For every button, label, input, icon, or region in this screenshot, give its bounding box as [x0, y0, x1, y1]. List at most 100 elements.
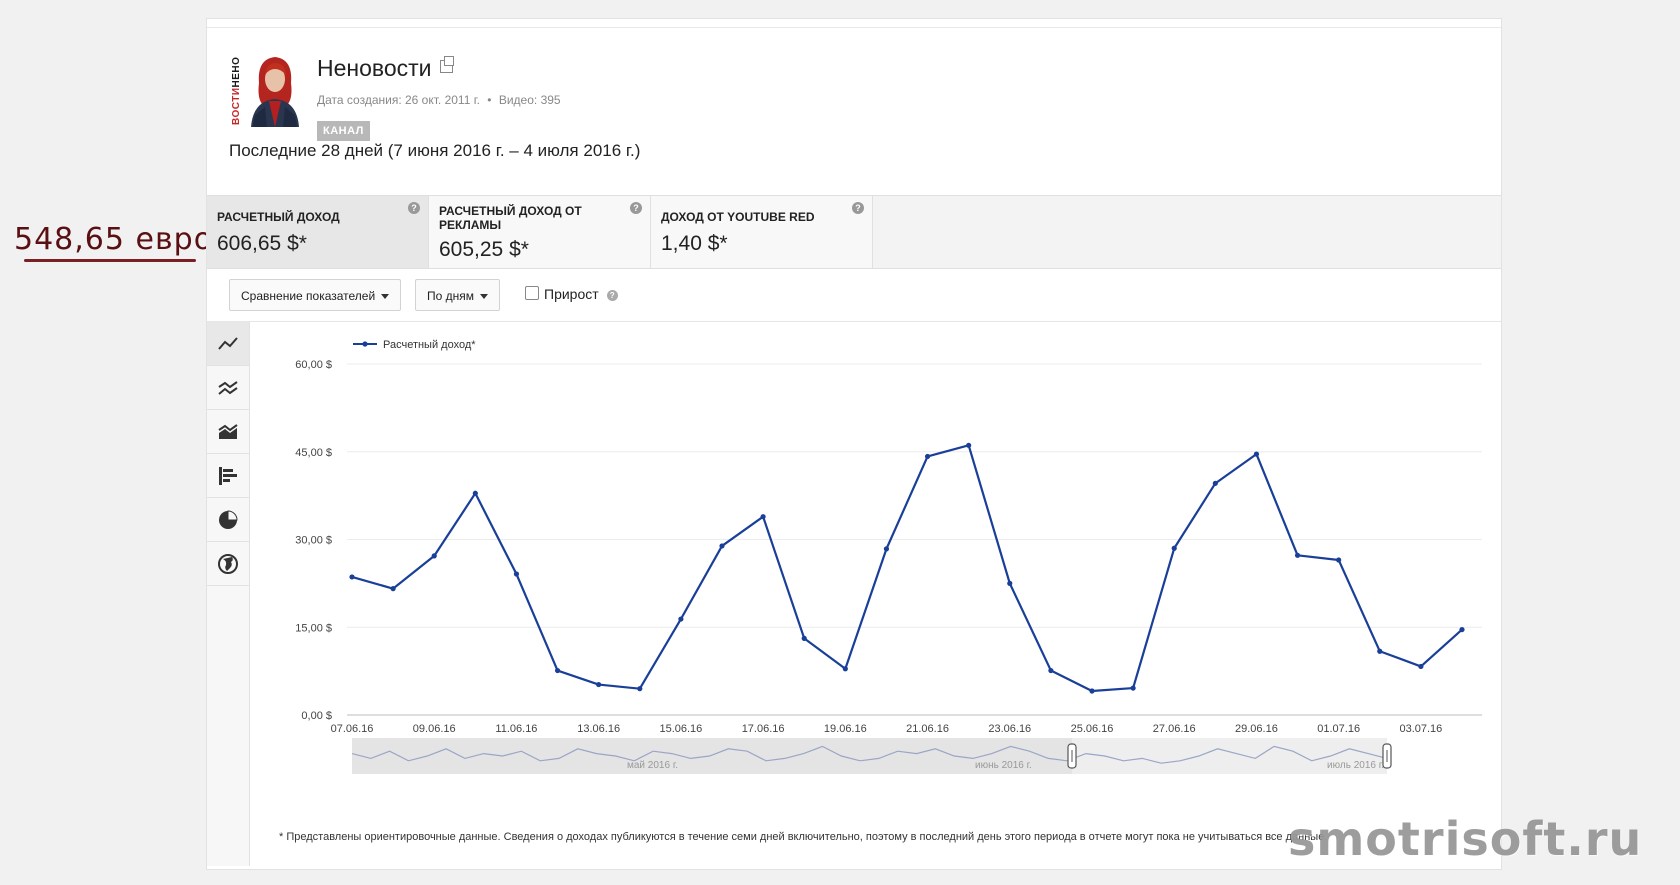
data-point[interactable] — [1130, 685, 1136, 691]
analytics-card: ВОСТИНЕНО Неновости Дата создания: 26 ок… — [206, 18, 1502, 870]
brand-text-red: ВОСТИ — [231, 87, 242, 125]
compare-metrics-dropdown[interactable]: Сравнение показателей — [229, 279, 402, 311]
help-icon[interactable]: ? — [606, 290, 618, 301]
data-point[interactable] — [513, 571, 520, 577]
chart-type-toolbar — [207, 322, 250, 866]
bar-chart-icon[interactable] — [207, 454, 249, 498]
x-tick-label: 29.06.16 — [1235, 723, 1278, 735]
multiline-chart-icon[interactable] — [207, 366, 249, 410]
x-tick-label: 13.06.16 — [577, 723, 620, 735]
euro-underline — [24, 259, 196, 262]
channel-created-date: Дата создания: 26 окт. 2011 г. — [317, 93, 480, 107]
footnote: * Представлены ориентировочные данные. С… — [279, 831, 1328, 843]
y-tick-label: 60,00 $ — [295, 359, 332, 371]
x-tick-label: 23.06.16 — [988, 723, 1031, 735]
metric-ad-revenue[interactable]: Расчетный доход от рекламы 605,25 $* ? — [429, 196, 651, 268]
brand-text-dark: НЕНО — [231, 56, 242, 88]
meta-separator: • — [487, 93, 492, 107]
metric-label: Расчетный доход от рекламы — [439, 204, 582, 232]
data-point[interactable] — [1459, 626, 1465, 633]
data-point[interactable] — [1294, 552, 1301, 558]
metric-label: Расчетный доход — [217, 210, 340, 224]
period-dropdown[interactable]: По дням — [415, 279, 501, 311]
channel-name-text[interactable]: Неновости — [317, 55, 432, 81]
data-point[interactable] — [349, 574, 355, 580]
help-icon[interactable]: ? — [630, 202, 642, 214]
x-tick-label: 25.06.16 — [1071, 723, 1114, 735]
data-point[interactable] — [1377, 648, 1383, 654]
channel-meta: Дата создания: 26 окт. 2011 г. • Видео: … — [317, 93, 561, 107]
growth-checkbox-wrap[interactable]: Прирост? — [525, 286, 618, 302]
x-tick-label: 17.06.16 — [742, 723, 785, 735]
x-tick-label: 01.07.16 — [1317, 723, 1360, 735]
data-point[interactable] — [678, 616, 684, 622]
navigator-month-label: июль 2016 г. — [1327, 760, 1384, 771]
x-tick-label: 09.06.16 — [413, 723, 456, 735]
revenue-line-chart: 0,00 $ 15,00 $ 30,00 $ 45,00 $ 60,00 $ 07.06.… — [295, 339, 1482, 774]
metrics-bar: Расчетный доход 606,65 $* ? Расчетный до… — [207, 195, 1501, 269]
avatar-photo — [245, 49, 305, 127]
euro-annotation: 548,65 евро — [14, 222, 214, 257]
navigator-month-label: июнь 2016 г. — [975, 760, 1032, 771]
data-point[interactable] — [1336, 557, 1342, 563]
series-line — [351, 444, 1463, 693]
data-point[interactable] — [842, 666, 848, 672]
data-point[interactable] — [1253, 451, 1260, 457]
data-point[interactable] — [1212, 480, 1218, 486]
metric-value: 1,40 $* — [661, 232, 728, 255]
growth-checkbox[interactable] — [525, 286, 539, 300]
navigator-month-label: май 2016 г. — [627, 760, 678, 771]
card-topline — [207, 27, 1501, 28]
help-icon[interactable]: ? — [408, 202, 420, 214]
data-point[interactable] — [1418, 663, 1424, 670]
data-point[interactable] — [1089, 688, 1095, 694]
data-point[interactable] — [637, 686, 643, 692]
avatar-brand-text: ВОСТИНЕНО — [231, 51, 243, 125]
area-chart-icon[interactable] — [207, 410, 249, 454]
data-point[interactable] — [966, 442, 972, 448]
x-tick-label: 07.06.16 — [331, 723, 374, 735]
legend-marker — [362, 341, 368, 347]
x-tick-label: 11.06.16 — [495, 723, 537, 735]
chevron-down-icon — [381, 294, 390, 300]
metric-value: 606,65 $* — [217, 232, 307, 255]
watermark: smotrisoft.ru — [1288, 812, 1643, 866]
channel-badge: КАНАЛ — [317, 121, 370, 141]
x-tick-label: 15.06.16 — [659, 723, 702, 735]
line-chart-icon[interactable] — [207, 322, 249, 366]
metric-youtube-red-revenue[interactable]: Доход от YouTube Red 1,40 $* ? — [651, 196, 873, 268]
compare-label: Сравнение показателей — [241, 289, 376, 303]
y-tick-label: 30,00 $ — [295, 535, 332, 547]
data-point[interactable] — [596, 681, 602, 688]
data-point[interactable] — [1007, 580, 1013, 586]
metric-label: Доход от YouTube Red — [661, 210, 815, 224]
channel-name[interactable]: Неновости — [317, 55, 454, 82]
globe-map-icon[interactable] — [207, 542, 249, 586]
metric-estimated-revenue[interactable]: Расчетный доход 606,65 $* ? — [207, 196, 429, 268]
chevron-down-icon — [480, 294, 489, 300]
x-tick-label: 03.07.16 — [1399, 723, 1442, 735]
data-point[interactable] — [801, 635, 807, 641]
y-tick-label: 0,00 $ — [301, 710, 332, 722]
data-point[interactable] — [431, 553, 437, 559]
data-point[interactable] — [1171, 545, 1177, 551]
data-point[interactable] — [1048, 667, 1054, 674]
data-point[interactable] — [883, 546, 890, 552]
external-link-icon[interactable] — [439, 56, 454, 73]
x-tick-label: 19.06.16 — [824, 723, 867, 735]
data-point[interactable] — [554, 667, 561, 674]
y-tick-label: 45,00 $ — [295, 447, 332, 459]
data-point[interactable] — [760, 514, 766, 520]
data-point[interactable] — [472, 490, 478, 496]
period-label: По дням — [427, 289, 475, 303]
data-point[interactable] — [719, 543, 725, 549]
help-icon[interactable]: ? — [852, 202, 864, 214]
growth-label[interactable]: Прирост — [544, 286, 599, 302]
date-range: Последние 28 дней (7 июня 2016 г. – 4 ию… — [229, 141, 641, 160]
legend-label[interactable]: Расчетный доход* — [383, 339, 476, 351]
y-tick-label: 15,00 $ — [295, 622, 332, 634]
channel-avatar[interactable]: ВОСТИНЕНО — [229, 49, 307, 127]
pie-chart-icon[interactable] — [207, 498, 249, 542]
data-point[interactable] — [390, 586, 396, 592]
data-point[interactable] — [924, 453, 931, 460]
